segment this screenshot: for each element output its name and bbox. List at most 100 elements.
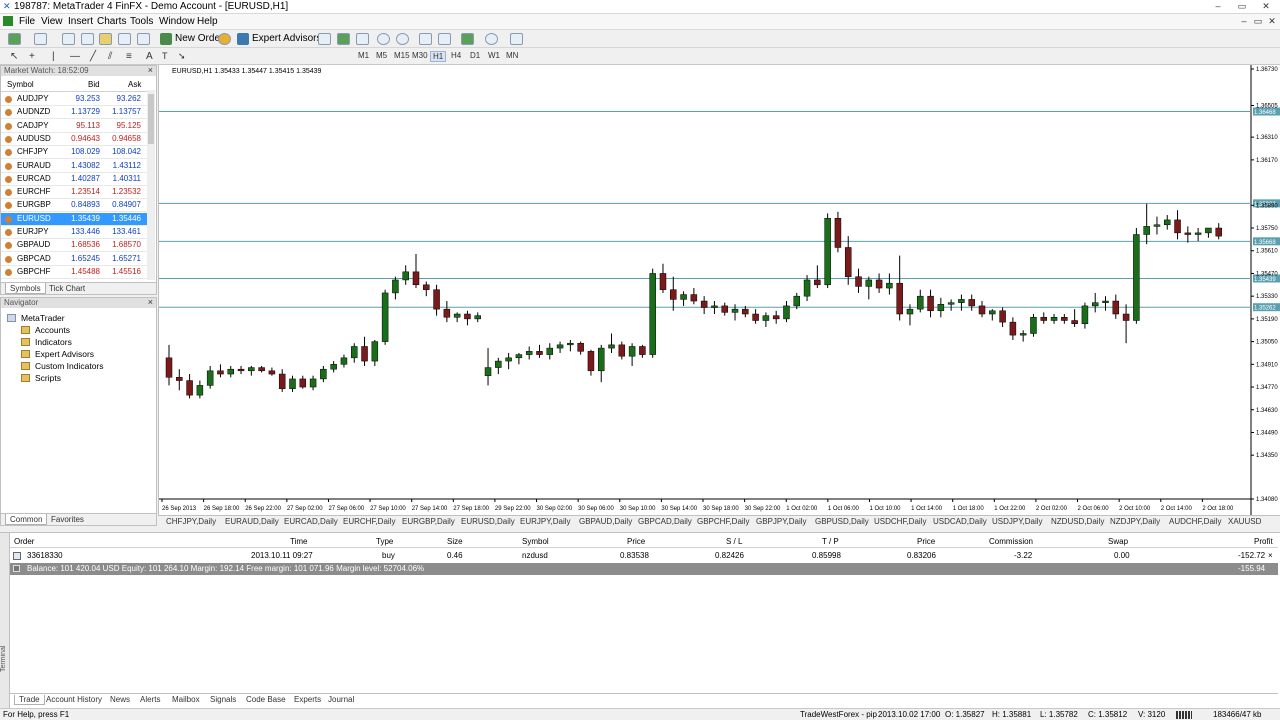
chart-window[interactable]: 1.36468 1.35902 1.35668 1.35439 1.35262 1.367… [158, 65, 1280, 515]
chart-tab[interactable]: GBPCHF,Daily [697, 517, 749, 526]
horizontal-line-icon[interactable]: — [70, 51, 80, 62]
crosshair-icon[interactable]: + [29, 51, 35, 62]
list-item[interactable]: EURCHF 1.23514 1.23532 [1, 186, 147, 200]
col-price[interactable]: Price [627, 537, 645, 546]
menu-view[interactable]: View [41, 16, 63, 27]
chart-tab[interactable]: USDCAD,Daily [933, 517, 987, 526]
col-swap[interactable]: Swap [1108, 537, 1128, 546]
col-tp[interactable]: T / P [822, 537, 839, 546]
market-watch-icon[interactable] [62, 33, 75, 45]
vertical-line-icon[interactable]: | [52, 51, 55, 62]
cursor-icon[interactable]: ↖ [10, 51, 18, 62]
menu-window[interactable]: Window [159, 16, 195, 27]
terminal-tab[interactable]: Trade [14, 695, 45, 705]
chart-tab[interactable]: EURCHF,Daily [343, 517, 395, 526]
channel-icon[interactable]: ⫽ [108, 51, 112, 62]
chart-tab[interactable]: GBPAUD,Daily [579, 517, 632, 526]
terminal-tab[interactable]: Mailbox [172, 695, 200, 704]
close-icon[interactable]: ✕ [1258, 1, 1274, 12]
col-size[interactable]: Size [447, 537, 463, 546]
expert-advisors-button[interactable]: Expert Advisors [236, 32, 321, 46]
menu-help[interactable]: Help [197, 16, 218, 27]
terminal-tab[interactable]: Experts [294, 695, 321, 704]
chart-tab[interactable]: CHFJPY,Daily [166, 517, 216, 526]
list-item[interactable]: CADJPY 95.113 95.125 [1, 120, 147, 133]
chart-tab[interactable]: EURGBP,Daily [402, 517, 455, 526]
col-ask[interactable]: Ask [128, 80, 141, 89]
chart-tab[interactable]: XAUUSD [1228, 517, 1261, 526]
menu-charts[interactable]: Charts [97, 16, 126, 27]
chart-tab[interactable]: GBPCAD,Daily [638, 517, 692, 526]
terminal-tab[interactable]: Alerts [140, 695, 160, 704]
terminal-tab[interactable]: News [110, 695, 130, 704]
price-chart[interactable]: 1.364681.359021.356681.354391.352621.367… [159, 65, 1280, 515]
nav-expert-advisors[interactable]: + Expert Advisors [21, 348, 94, 360]
menu-file[interactable]: File [19, 16, 35, 27]
tf-h1[interactable]: H1 [430, 51, 447, 62]
nav-root[interactable]: MetaTrader [7, 312, 65, 324]
terminal-icon[interactable] [118, 33, 131, 45]
terminal-tab[interactable]: Code Base [246, 695, 286, 704]
data-window-icon[interactable] [81, 33, 94, 45]
col-sl[interactable]: S / L [726, 537, 742, 546]
col-price2[interactable]: Price [917, 537, 935, 546]
new-chart-icon[interactable] [8, 33, 21, 45]
list-item[interactable]: AUDNZD 1.13729 1.13757 [1, 106, 147, 120]
col-profit[interactable]: Profit [1254, 537, 1273, 546]
list-item[interactable]: EURAUD 1.43082 1.43112 [1, 160, 147, 173]
close-order-icon[interactable]: × [1268, 551, 1273, 560]
list-item[interactable]: EURJPY 133.446 133.461 [1, 226, 147, 239]
list-item[interactable]: AUDJPY 93.253 93.262 [1, 93, 147, 106]
col-symbol[interactable]: Symbol [7, 80, 34, 89]
col-symbol[interactable]: Symbol [522, 537, 549, 546]
navigator-icon[interactable] [99, 33, 112, 45]
list-item[interactable]: EURUSD 1.35439 1.35446 [1, 212, 147, 226]
chart-tab[interactable]: AUDCHF,Daily [1169, 517, 1221, 526]
bar-chart-icon[interactable] [318, 33, 331, 45]
nav-indicators[interactable]: + Indicators [21, 336, 72, 348]
menu-insert[interactable]: Insert [68, 16, 93, 27]
periods-icon[interactable] [485, 33, 498, 45]
metaeditor-icon[interactable] [218, 33, 231, 45]
zoom-out-icon[interactable] [396, 33, 409, 45]
nav-scripts[interactable]: + Scripts [21, 372, 61, 384]
market-watch-scrollbar[interactable] [147, 90, 155, 280]
chart-tab[interactable]: EURUSD,Daily [461, 517, 515, 526]
tf-d1[interactable]: D1 [470, 51, 480, 60]
col-type[interactable]: Type [376, 537, 393, 546]
chart-tab[interactable]: NZDUSD,Daily [1051, 517, 1104, 526]
tf-m1[interactable]: M1 [358, 51, 369, 60]
child-close-icon[interactable]: ✕ [1264, 16, 1280, 27]
list-item[interactable]: GBPAUD 1.68536 1.68570 [1, 239, 147, 253]
line-chart-icon[interactable] [356, 33, 369, 45]
list-item[interactable]: GBPCHF 1.45488 1.45516 [1, 266, 147, 279]
new-order-button[interactable]: New Order [159, 32, 223, 46]
nav-accounts[interactable]: + Accounts [21, 324, 70, 336]
table-row[interactable]: 33618330 2013.10.11 09:27 buy 0.46 nzdus… [10, 549, 1278, 562]
chart-tab[interactable]: EURJPY,Daily [520, 517, 571, 526]
col-order[interactable]: Order [14, 537, 34, 546]
list-item[interactable]: GBPCAD 1.65245 1.65271 [1, 253, 147, 266]
tf-mn[interactable]: MN [506, 51, 518, 60]
zoom-in-icon[interactable] [377, 33, 390, 45]
text-icon[interactable]: A [146, 51, 153, 62]
navigator-close-icon[interactable]: × [148, 297, 153, 307]
strategy-tester-icon[interactable] [137, 33, 150, 45]
profiles-icon[interactable] [34, 33, 47, 45]
tf-m15[interactable]: M15 [394, 51, 410, 60]
templates-icon[interactable] [510, 33, 523, 45]
tab-favorites[interactable]: Favorites [47, 514, 88, 525]
col-bid[interactable]: Bid [88, 80, 100, 89]
col-commission[interactable]: Commission [989, 537, 1033, 546]
terminal-tab[interactable]: Signals [210, 695, 236, 704]
tab-tick-chart[interactable]: Tick Chart [45, 283, 89, 294]
list-item[interactable]: EURGBP 0.84893 0.84907 [1, 199, 147, 213]
chart-tab[interactable]: GBPJPY,Daily [756, 517, 807, 526]
chart-shift-icon[interactable] [438, 33, 451, 45]
col-time[interactable]: Time [290, 537, 307, 546]
tf-h4[interactable]: H4 [451, 51, 461, 60]
list-item[interactable]: AUDUSD 0.94643 0.94658 [1, 133, 147, 146]
label-icon[interactable]: T [162, 51, 168, 61]
tf-m30[interactable]: M30 [412, 51, 428, 60]
trendline-icon[interactable]: ╱ [90, 51, 96, 62]
